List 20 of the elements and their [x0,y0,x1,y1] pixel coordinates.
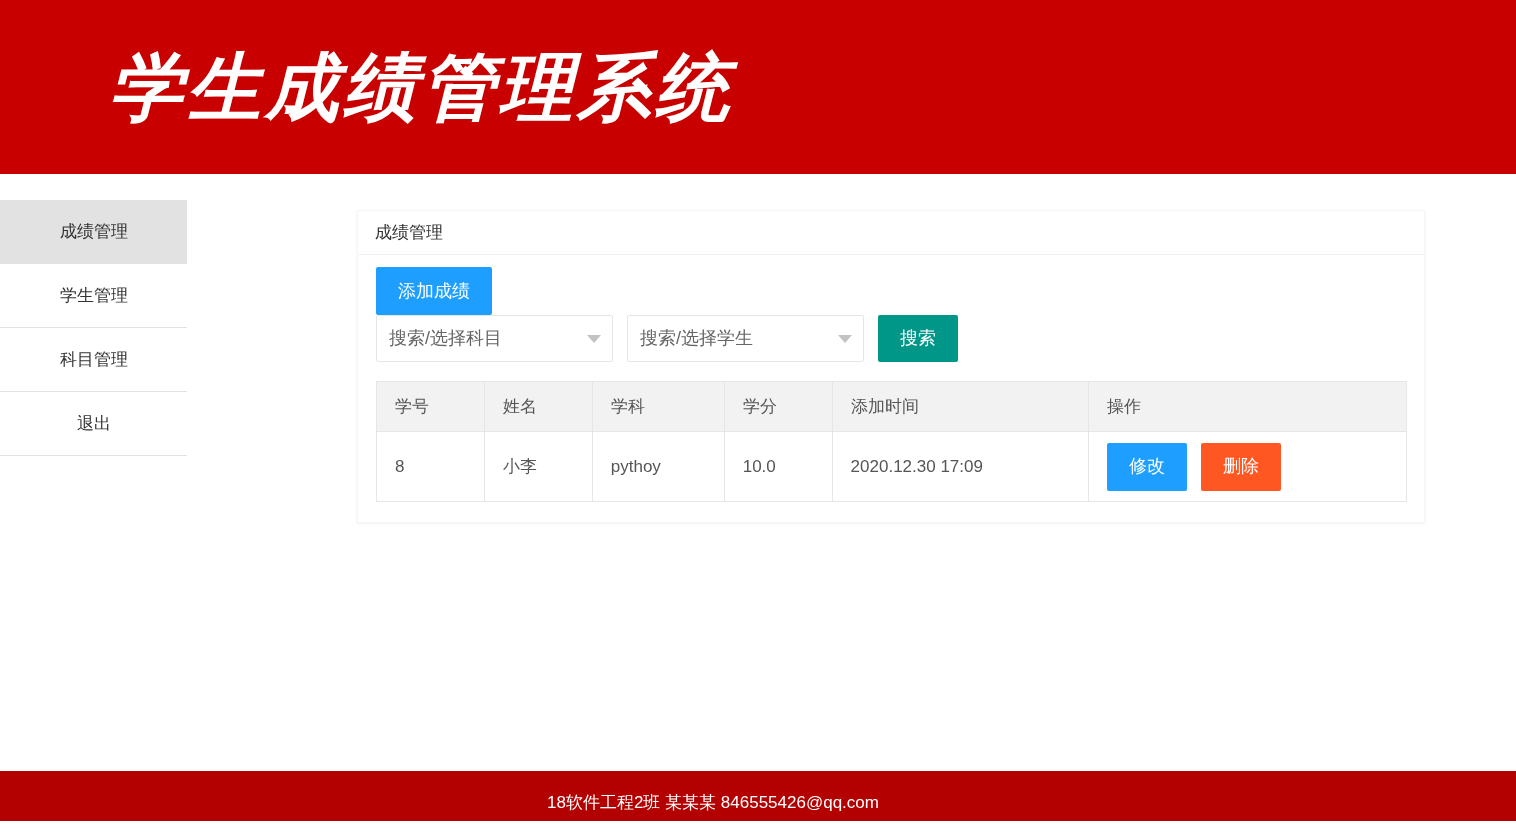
column-header: 学分 [724,381,833,432]
table-cell: 2020.12.30 17:09 [832,431,1089,502]
sidebar-item[interactable]: 成绩管理 [0,200,187,264]
column-header: 学科 [592,381,725,432]
search-button[interactable]: 搜索 [878,315,958,362]
footer-text: 18软件工程2班 某某某 846555426@qq.com [547,791,879,814]
dropdown-caret-icon [587,335,601,343]
table-cell: 10.0 [724,431,833,502]
table-cell: 8 [376,431,485,502]
column-header: 操作 [1088,381,1407,432]
select-field[interactable]: 搜索/选择学生 [627,315,864,362]
table-cell: pythoy [592,431,725,502]
select-field[interactable]: 搜索/选择科目 [376,315,613,362]
system-title: 学生成绩管理系统 [105,36,747,138]
dropdown-caret-icon [838,335,852,343]
table-cell: 小李 [484,431,593,502]
column-header: 姓名 [484,381,593,432]
panel-title: 成绩管理 [375,221,443,244]
column-header: 学号 [376,381,485,432]
column-header: 添加时间 [832,381,1089,432]
